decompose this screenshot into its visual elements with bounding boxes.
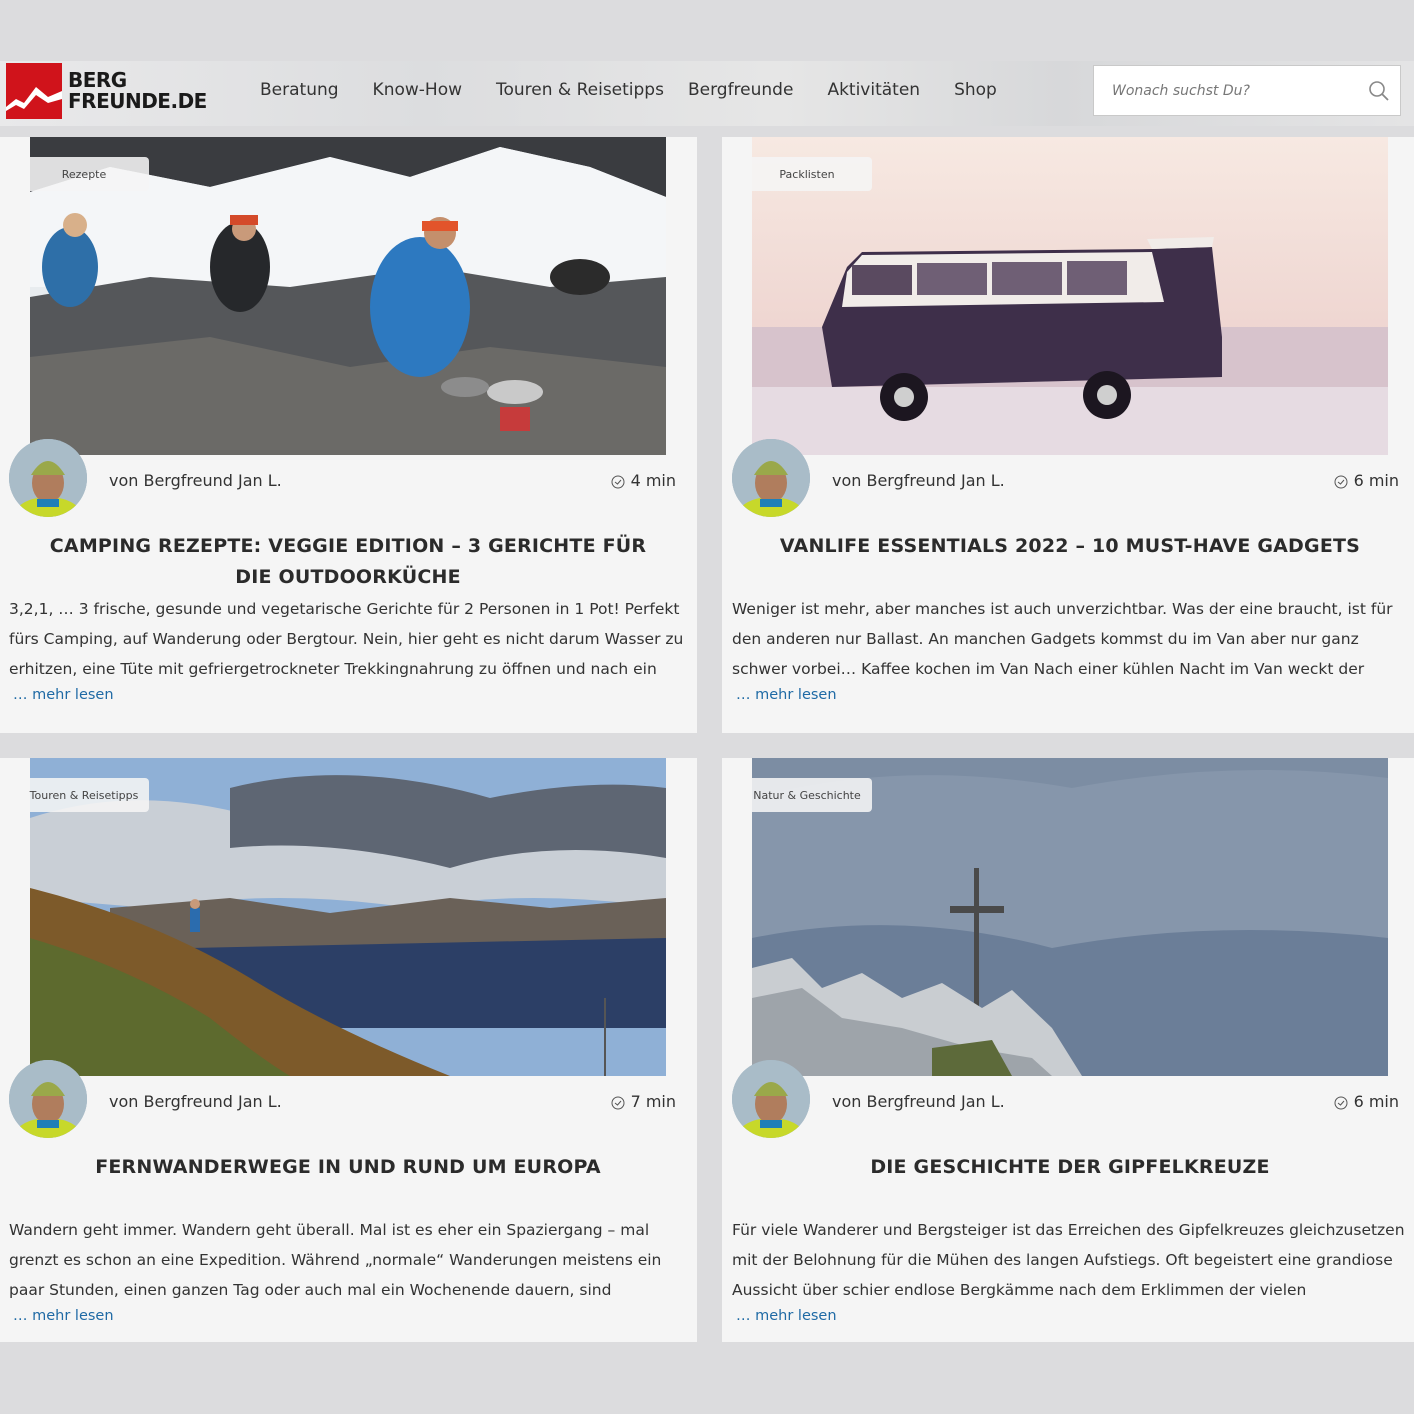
clock-icon bbox=[611, 475, 625, 488]
clock-icon bbox=[1334, 475, 1348, 488]
article-excerpt: Wandern geht immer. Wandern geht überall… bbox=[9, 1221, 662, 1299]
clock-icon bbox=[611, 1096, 625, 1109]
article-excerpt: Für viele Wanderer und Bergsteiger ist d… bbox=[732, 1221, 1405, 1299]
read-time: 6 min bbox=[1334, 1092, 1399, 1111]
category-badge[interactable]: Packlisten bbox=[742, 157, 872, 191]
article-card[interactable]: Rezepte von Bergfreund Jan L. 4 min Camp… bbox=[0, 137, 697, 733]
nav-bergfreunde[interactable]: Bergfreunde bbox=[688, 80, 793, 100]
nav-touren-reisetipps[interactable]: Touren & Reisetipps bbox=[496, 80, 664, 100]
logo-wordmark: BERG FREUNDE.DE bbox=[68, 70, 207, 112]
author-avatar bbox=[732, 1060, 810, 1138]
read-time: 7 min bbox=[611, 1092, 676, 1111]
nav-know-how[interactable]: Know-How bbox=[373, 80, 462, 100]
read-time-value: 7 min bbox=[630, 1092, 676, 1111]
author-name: von Bergfreund Jan L. bbox=[832, 471, 1005, 490]
search-input[interactable] bbox=[1094, 66, 1354, 115]
read-time-value: 6 min bbox=[1353, 471, 1399, 490]
logo-line-2: FREUNDE.DE bbox=[68, 89, 207, 113]
nav-shop[interactable]: Shop bbox=[954, 80, 997, 100]
article-card[interactable]: Packlisten von Bergfreund Jan L. 6 min V… bbox=[722, 137, 1414, 733]
article-card[interactable]: Touren & Reisetipps von Bergfreund Jan L… bbox=[0, 758, 697, 1342]
article-title[interactable]: Die Geschichte der Gipfelkreuze bbox=[752, 1152, 1388, 1183]
read-time: 6 min bbox=[1334, 471, 1399, 490]
read-more-link[interactable]: … mehr lesen bbox=[736, 687, 837, 703]
read-time: 4 min bbox=[611, 471, 676, 490]
category-badge[interactable]: Natur & Geschichte bbox=[742, 778, 872, 812]
read-more-link[interactable]: … mehr lesen bbox=[13, 1308, 114, 1324]
author-avatar bbox=[9, 439, 87, 517]
search-box bbox=[1093, 65, 1401, 116]
logo-line-1: BERG bbox=[68, 68, 127, 92]
author-name: von Bergfreund Jan L. bbox=[832, 1092, 1005, 1111]
clock-icon bbox=[1334, 1096, 1348, 1109]
read-time-value: 6 min bbox=[1353, 1092, 1399, 1111]
read-more-link[interactable]: … mehr lesen bbox=[13, 687, 114, 703]
author-avatar bbox=[9, 1060, 87, 1138]
read-more-link[interactable]: … mehr lesen bbox=[736, 1308, 837, 1324]
site-header: BERG FREUNDE.DE Beratung Know-How Touren… bbox=[0, 61, 1414, 126]
category-badge[interactable]: Touren & Reisetipps bbox=[19, 778, 149, 812]
article-title[interactable]: Vanlife Essentials 2022 – 10 Must-Have G… bbox=[752, 531, 1388, 562]
logo[interactable]: BERG FREUNDE.DE bbox=[6, 63, 207, 119]
article-title[interactable]: Camping Rezepte: Veggie Edition – 3 Geri… bbox=[40, 531, 656, 593]
article-excerpt: Weniger ist mehr, aber manches ist auch … bbox=[732, 600, 1393, 678]
author-name: von Bergfreund Jan L. bbox=[109, 471, 282, 490]
author-name: von Bergfreund Jan L. bbox=[109, 1092, 282, 1111]
mountain-logo-icon bbox=[6, 63, 62, 119]
category-badge[interactable]: Rezepte bbox=[19, 157, 149, 191]
nav-aktivitaeten[interactable]: Aktivitäten bbox=[827, 80, 920, 100]
search-icon[interactable] bbox=[1368, 80, 1390, 102]
article-title[interactable]: Fernwanderwege in und rund um Europa bbox=[40, 1152, 656, 1183]
nav-beratung[interactable]: Beratung bbox=[260, 80, 339, 100]
article-card[interactable]: Natur & Geschichte von Bergfreund Jan L.… bbox=[722, 758, 1414, 1342]
author-avatar bbox=[732, 439, 810, 517]
read-time-value: 4 min bbox=[630, 471, 676, 490]
article-excerpt: 3,2,1, … 3 frische, gesunde und vegetari… bbox=[9, 600, 684, 678]
main-nav: Beratung Know-How Touren & Reisetipps Be… bbox=[260, 61, 1031, 119]
